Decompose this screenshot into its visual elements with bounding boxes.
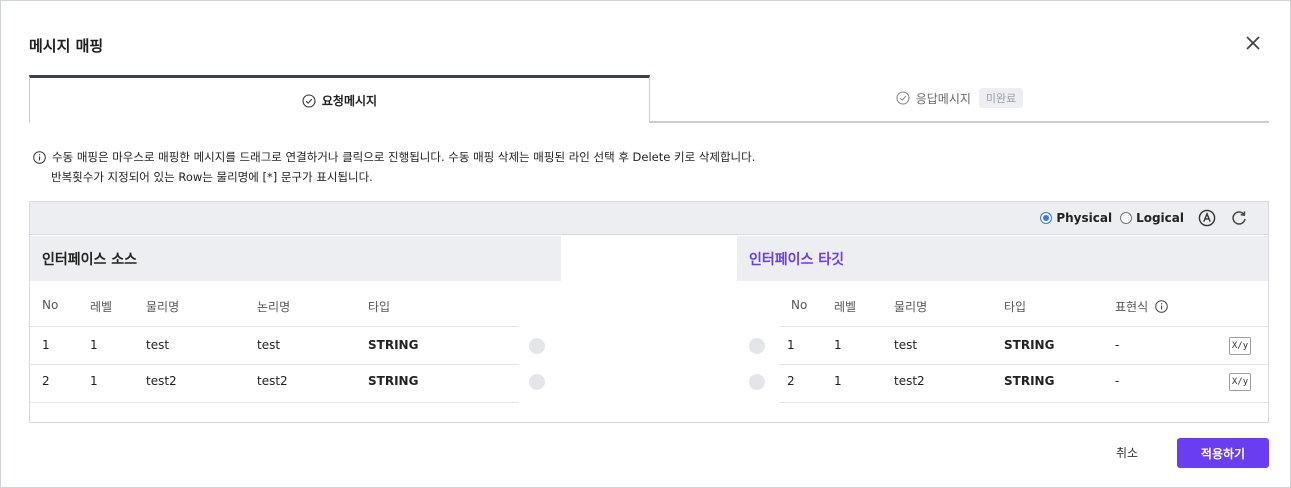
target-row-1-physical[interactable]: test [894, 338, 917, 352]
logical-radio[interactable] [1120, 212, 1133, 224]
logical-label: Logical [1136, 211, 1184, 225]
check-circle-icon [896, 91, 910, 105]
message-mapping-dialog: 메시지 매핑 요청메시지 응답메시지 미완료 수동 매핑은 마우스로 매핑한 메… [0, 0, 1291, 488]
info-icon [33, 150, 46, 164]
source-col-type: 타입 [368, 300, 391, 314]
target-row-1-no: 1 [787, 338, 795, 352]
source-row-2-connector[interactable] [529, 374, 545, 390]
close-icon[interactable] [1241, 31, 1265, 55]
target-col-expression-label: 표현식 [1115, 300, 1149, 314]
mapping-toolbar: Physical Logical [30, 202, 1268, 235]
source-row-2-no: 2 [42, 374, 50, 388]
source-col-level: 레벨 [90, 300, 113, 314]
expression-edit-button[interactable]: X/y [1229, 337, 1251, 355]
target-row-1-connector[interactable] [749, 338, 765, 354]
source-row-1-type: STRING [368, 338, 419, 352]
source-row-2-type: STRING [368, 374, 419, 388]
target-row-2-expression: - [1115, 374, 1120, 388]
info-icon[interactable] [1155, 300, 1168, 313]
target-row-2-physical[interactable]: test2 [894, 374, 925, 388]
target-row-1-type: STRING [1004, 338, 1055, 352]
mapping-panel: Physical Logical 인터페이스 소스 No 레벨 물리명 논리명 … [29, 201, 1269, 423]
auto-mapping-icon[interactable] [1198, 209, 1216, 227]
refresh-icon[interactable] [1230, 209, 1248, 227]
target-row-1-level: 1 [834, 338, 842, 352]
source-col-logical: 논리명 [257, 300, 291, 314]
source-header: 인터페이스 소스 [30, 236, 561, 281]
source-row-1-no: 1 [42, 338, 50, 352]
source-col-physical: 물리명 [146, 300, 180, 314]
target-row-2-level: 1 [834, 374, 842, 388]
tab-response-label: 응답메시지 [915, 91, 971, 106]
tab-request-message[interactable]: 요청메시지 [29, 75, 650, 123]
target-row-2-connector[interactable] [749, 374, 765, 390]
target-col-type: 타입 [1004, 300, 1027, 314]
cancel-button[interactable]: 취소 [1116, 444, 1138, 461]
target-row-2-no: 2 [787, 374, 795, 388]
expression-edit-button[interactable]: X/y [1229, 373, 1251, 391]
physical-radio[interactable] [1040, 212, 1053, 224]
tab-request-label: 요청메시지 [321, 94, 378, 108]
source-col-no: No [42, 298, 59, 312]
target-row-1-expression: - [1115, 338, 1120, 352]
target-title: 인터페이스 타깃 [749, 252, 845, 268]
status-badge: 미완료 [978, 88, 1024, 108]
tab-response-message[interactable]: 응답메시지 미완료 [650, 75, 1269, 123]
target-row-2-type: STRING [1004, 374, 1055, 388]
target-col-physical: 물리명 [894, 300, 928, 314]
apply-button[interactable]: 적용하기 [1177, 438, 1269, 468]
notice-line-1: 수동 매핑은 마우스로 매핑한 메시지를 드래그로 연결하거나 클릭으로 진행됩… [52, 150, 756, 164]
source-row-2-logical: test2 [257, 374, 288, 388]
source-row-1-physical[interactable]: test [146, 338, 169, 352]
source-row-1-level: 1 [90, 338, 98, 352]
check-circle-icon [302, 93, 316, 108]
source-row-2-level: 1 [90, 374, 98, 388]
notice-line-2: 반복횟수가 지정되어 있는 Row는 물리명에 [*] 문구가 표시됩니다. [51, 170, 373, 184]
physical-label: Physical [1056, 211, 1113, 225]
dialog-title: 메시지 매핑 [29, 37, 104, 55]
target-header: 인터페이스 타깃 [737, 236, 1268, 281]
target-col-level: 레벨 [834, 300, 857, 314]
source-title: 인터페이스 소스 [42, 252, 138, 268]
source-row-1-connector[interactable] [529, 338, 545, 354]
message-tabs: 요청메시지 응답메시지 미완료 [29, 75, 1269, 123]
source-row-1-logical: test [257, 338, 281, 352]
source-row-2-physical[interactable]: test2 [146, 374, 177, 388]
target-col-no: No [791, 298, 808, 312]
mapping-notice: 수동 매핑은 마우스로 매핑한 메시지를 드래그로 연결하거나 클릭으로 진행됩… [33, 147, 755, 187]
target-col-expression: 표현식 [1115, 298, 1168, 315]
